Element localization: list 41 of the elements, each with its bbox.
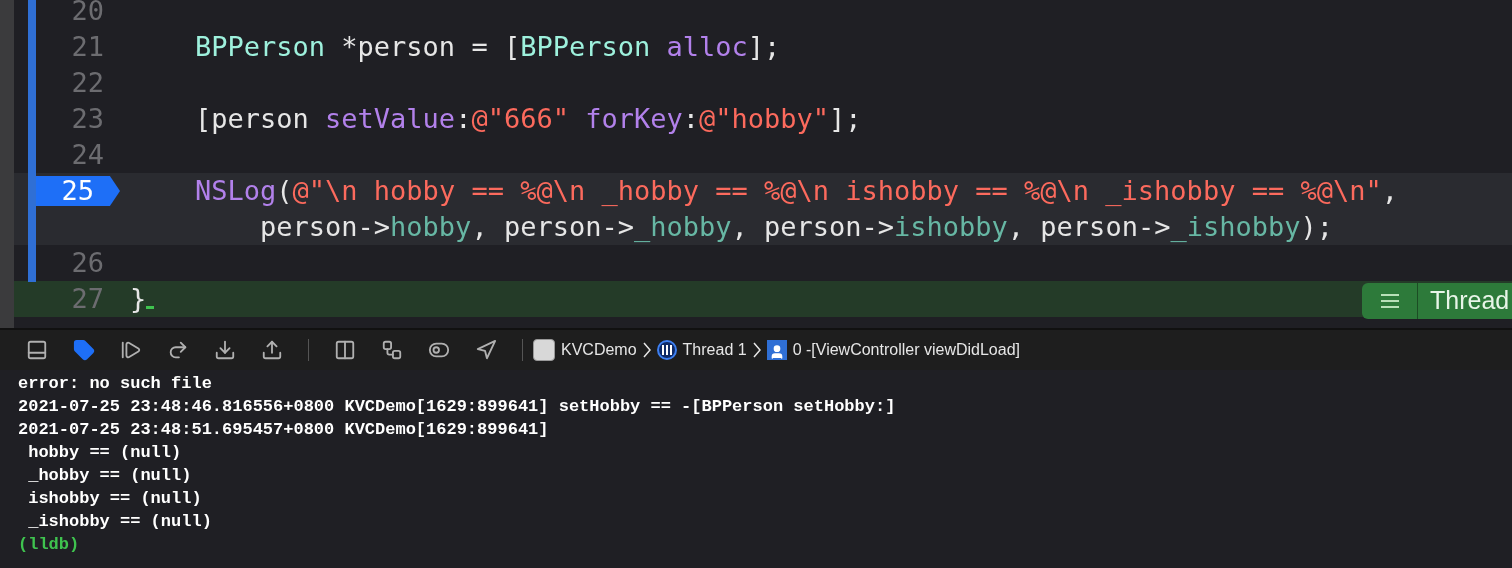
line-number: 20 bbox=[70, 0, 105, 28]
breadcrumb-item[interactable]: KVCDemo bbox=[533, 338, 637, 362]
view-hierarchy-icon[interactable] bbox=[334, 339, 356, 361]
code-line: [person setValue:@"666" forKey:@"hobby"]; bbox=[194, 102, 862, 136]
continue-icon[interactable] bbox=[120, 339, 142, 361]
line-number: 26 bbox=[70, 245, 105, 280]
console-line: _hobby == (null) bbox=[27, 465, 192, 487]
code-line: NSLog(@"\n hobby == %@\n _hobby == %@\n ishobby == %@\n _ishobby == %@\n", bbox=[194, 174, 1398, 208]
breadcrumb-item[interactable]: Thread 1 bbox=[656, 338, 747, 362]
text-cursor bbox=[146, 306, 155, 309]
panel-toggle-icon[interactable] bbox=[26, 339, 48, 361]
line-number: 24 bbox=[70, 137, 105, 172]
console-line: 2021-07-25 23:48:51.695457+0800 KVCDemo[1629:899641] bbox=[18, 419, 549, 441]
step-over-icon[interactable] bbox=[167, 339, 189, 361]
code-line: person->hobby, person->_hobby, person->ishobby, person->_ishobby); bbox=[259, 210, 1333, 244]
console-line: _ishobby == (null) bbox=[27, 511, 212, 533]
breadcrumb-item[interactable]: 0 -[ViewController viewDidLoad] bbox=[766, 338, 1020, 362]
person-icon bbox=[766, 340, 787, 360]
breakpoint-line-number[interactable]: 25 bbox=[36, 176, 120, 206]
thread-badge[interactable]: Thread bbox=[1362, 283, 1512, 319]
line-number: 22 bbox=[70, 65, 105, 100]
console-line: ishobby == (null) bbox=[27, 488, 202, 510]
code-line: } bbox=[130, 282, 147, 316]
step-into-icon[interactable] bbox=[214, 339, 236, 361]
chevron-icon bbox=[642, 342, 651, 358]
thread-icon bbox=[656, 340, 677, 360]
line-number: 21 bbox=[70, 29, 105, 64]
line-number: 23 bbox=[70, 101, 105, 136]
chevron-icon bbox=[752, 342, 761, 358]
app-icon bbox=[533, 339, 555, 361]
console-line: error: no such file bbox=[18, 373, 212, 395]
console-line: hobby == (null) bbox=[27, 442, 182, 464]
line-number: 27 bbox=[70, 281, 105, 316]
menu-icon bbox=[1380, 294, 1399, 308]
console-prompt: (lldb) bbox=[18, 534, 80, 556]
memory-graph-icon[interactable] bbox=[381, 339, 403, 361]
breakpoints-icon[interactable] bbox=[73, 339, 95, 361]
location-icon[interactable] bbox=[475, 339, 497, 361]
step-out-icon[interactable] bbox=[261, 339, 283, 361]
code-line: BPPerson *person = [BPPerson alloc]; bbox=[194, 30, 781, 64]
console-line: 2021-07-25 23:48:46.816556+0800 KVCDemo[1629:899641] setHobby == -[BPPerson setHobby:] bbox=[18, 396, 896, 418]
